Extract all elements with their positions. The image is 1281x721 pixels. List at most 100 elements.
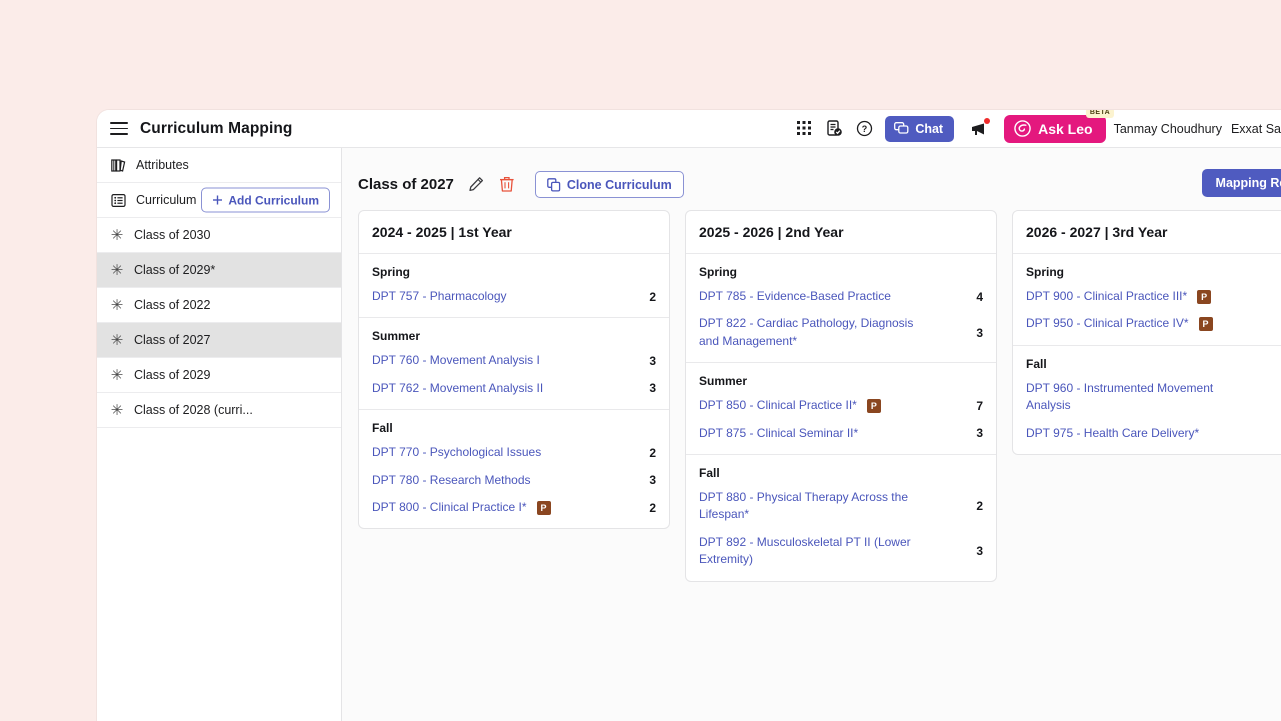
sidebar-class-item[interactable]: ✳ Class of 2022 [97, 288, 341, 323]
pencil-icon[interactable] [468, 176, 485, 193]
megaphone-icon[interactable] [964, 114, 994, 144]
sidebar: Attributes Curriculum Add Curriculum ✳ C… [97, 148, 342, 721]
year-card: 2026 - 2027 | 3rd Year Spring DPT 900 - Cl… [1012, 210, 1281, 455]
body: Attributes Curriculum Add Curriculum ✳ C… [97, 148, 1281, 721]
course-credits: 3 [649, 354, 656, 369]
asterisk-icon: ✳ [110, 226, 124, 244]
course-link[interactable]: DPT 850 - Clinical Practice II* [699, 397, 857, 414]
course-link[interactable]: DPT 880 - Physical Therapy Across the Li… [699, 489, 931, 524]
course-row: DPT 770 - Psychological Issues 2 [372, 444, 656, 461]
course-row: DPT 850 - Clinical Practice II* P 7 [699, 397, 983, 414]
course-link[interactable]: DPT 950 - Clinical Practice IV* [1026, 315, 1189, 332]
list-icon [110, 192, 126, 208]
course-link[interactable]: DPT 800 - Clinical Practice I* [372, 499, 527, 516]
chat-button[interactable]: Chat [885, 115, 955, 142]
asterisk-icon: ✳ [110, 331, 124, 349]
report-check-icon[interactable] [819, 114, 849, 144]
hamburger-icon[interactable] [110, 122, 128, 135]
practicum-badge: P [866, 398, 881, 413]
course-row: DPT 900 - Clinical Practice III* P [1026, 288, 1281, 305]
sidebar-class-label: Class of 2022 [134, 298, 211, 312]
course-credits: 7 [976, 398, 983, 413]
course-link[interactable]: DPT 875 - Clinical Seminar II* [699, 425, 858, 442]
course-credits: 2 [649, 445, 656, 460]
ask-leo-label: Ask Leo [1038, 120, 1093, 137]
course-row: DPT 762 - Movement Analysis II 3 [372, 380, 656, 397]
course-credits: 2 [649, 500, 656, 515]
term-name: Fall [372, 421, 393, 436]
asterisk-icon: ✳ [110, 261, 124, 279]
sidebar-item-curriculum[interactable]: Curriculum Add Curriculum [97, 183, 341, 218]
course-credits: 3 [649, 473, 656, 488]
ask-leo-wrapper: Ask Leo BETA [1004, 110, 1114, 143]
sidebar-class-item[interactable]: ✳ Class of 2030 [97, 218, 341, 253]
term-block: Spring DPT 785 - Evidence-Based Practice 4… [686, 254, 996, 364]
asterisk-icon: ✳ [110, 366, 124, 384]
year-card: 2024 - 2025 | 1st Year Spring DPT 757 - Ph… [358, 210, 670, 530]
course-link[interactable]: DPT 975 - Health Care Delivery* [1026, 425, 1199, 442]
course-link[interactable]: DPT 757 - Pharmacology [372, 288, 507, 305]
course-link[interactable]: DPT 780 - Research Methods [372, 472, 531, 489]
course-row: DPT 785 - Evidence-Based Practice 4 [699, 288, 983, 305]
top-bar: Curriculum Mapping ? Chat Ask Leo BETA T… [97, 110, 1281, 148]
sidebar-class-item[interactable]: ✳ Class of 2029 [97, 358, 341, 393]
course-credits: 3 [976, 426, 983, 441]
course-link[interactable]: DPT 760 - Movement Analysis I [372, 352, 540, 369]
content-header: Class of 2027 Clone Curriculum Mapping R [342, 148, 1281, 204]
term-name: Summer [372, 329, 421, 344]
term-name: Spring [699, 265, 737, 279]
course-link[interactable]: DPT 822 - Cardiac Pathology, Diagnosis a… [699, 315, 931, 350]
add-curriculum-button[interactable]: Add Curriculum [201, 187, 330, 213]
course-row: DPT 757 - Pharmacology 2 [372, 288, 656, 305]
year-card-title: 2024 - 2025 | 1st Year [359, 211, 669, 254]
sidebar-class-label: Class of 2027 [134, 333, 211, 347]
course-row: DPT 780 - Research Methods 3 [372, 472, 656, 489]
sidebar-class-item[interactable]: ✳ Class of 2028 (curri... [97, 393, 341, 428]
term-block: Spring DPT 757 - Pharmacology 2 [359, 254, 669, 319]
class-list: ✳ Class of 2030 ✳ Class of 2029* ✳ Class of 2… [97, 218, 341, 428]
apps-grid-icon[interactable] [789, 114, 819, 144]
course-link[interactable]: DPT 900 - Clinical Practice III* [1026, 288, 1187, 305]
asterisk-icon: ✳ [110, 401, 124, 419]
page-title: Curriculum Mapping [140, 119, 293, 137]
course-row: DPT 800 - Clinical Practice I* P 2 [372, 499, 656, 516]
course-link[interactable]: DPT 892 - Musculoskeletal PT II (Lower E… [699, 534, 931, 569]
help-circle-icon[interactable]: ? [849, 114, 879, 144]
svg-text:?: ? [862, 124, 868, 134]
course-credits: 2 [649, 289, 656, 304]
year-card: 2025 - 2026 | 2nd Year Spring DPT 785 - Ev… [685, 210, 997, 582]
asterisk-icon: ✳ [110, 296, 124, 314]
sidebar-item-attributes[interactable]: Attributes [97, 148, 341, 183]
sidebar-class-label: Class of 2030 [134, 228, 211, 242]
app-window: Curriculum Mapping ? Chat Ask Leo BETA T… [97, 110, 1281, 721]
sidebar-class-label: Class of 2029* [134, 263, 216, 277]
trash-icon[interactable] [499, 176, 515, 193]
course-row: DPT 892 - Musculoskeletal PT II (Lower E… [699, 534, 983, 569]
curriculum-title: Class of 2027 [358, 176, 454, 193]
ask-leo-button[interactable]: Ask Leo [1004, 114, 1106, 143]
sidebar-class-item[interactable]: ✳ Class of 2029* [97, 253, 341, 288]
term-block: Fall DPT 880 - Physical Therapy Across th… [686, 455, 996, 581]
mapping-report-button[interactable]: Mapping Rep [1201, 169, 1281, 197]
sidebar-class-label: Class of 2028 (curri... [134, 403, 253, 417]
clone-curriculum-label: Clone Curriculum [566, 177, 672, 192]
course-link[interactable]: DPT 960 - Instrumented Movement Analysis [1026, 380, 1258, 415]
course-link[interactable]: DPT 785 - Evidence-Based Practice [699, 288, 891, 305]
course-row: DPT 822 - Cardiac Pathology, Diagnosis a… [699, 315, 983, 350]
course-row: DPT 880 - Physical Therapy Across the Li… [699, 489, 983, 524]
term-block: Fall DPT 960 - Instrumented Movement Anal… [1013, 346, 1281, 454]
course-link[interactable]: DPT 770 - Psychological Issues [372, 444, 541, 461]
course-link[interactable]: DPT 762 - Movement Analysis II [372, 380, 543, 397]
leo-spiral-icon [1014, 120, 1031, 137]
clone-curriculum-button[interactable]: Clone Curriculum [534, 171, 684, 198]
practicum-badge: P [536, 500, 551, 515]
course-row: DPT 875 - Clinical Seminar II* 3 [699, 425, 983, 442]
term-name: Fall [699, 465, 720, 480]
year-cards: 2024 - 2025 | 1st Year Spring DPT 757 - Ph… [342, 204, 1281, 582]
sidebar-item-attributes-label: Attributes [136, 158, 189, 172]
sidebar-class-item[interactable]: ✳ Class of 2027 [97, 323, 341, 358]
main-content: Class of 2027 Clone Curriculum Mapping R… [342, 148, 1281, 721]
topbar-actions: ? Chat Ask Leo BETA Tanmay Choudhury Exx… [789, 110, 1281, 144]
org-name: Exxat Sa [1230, 121, 1281, 136]
practicum-badge: P [1197, 289, 1212, 304]
